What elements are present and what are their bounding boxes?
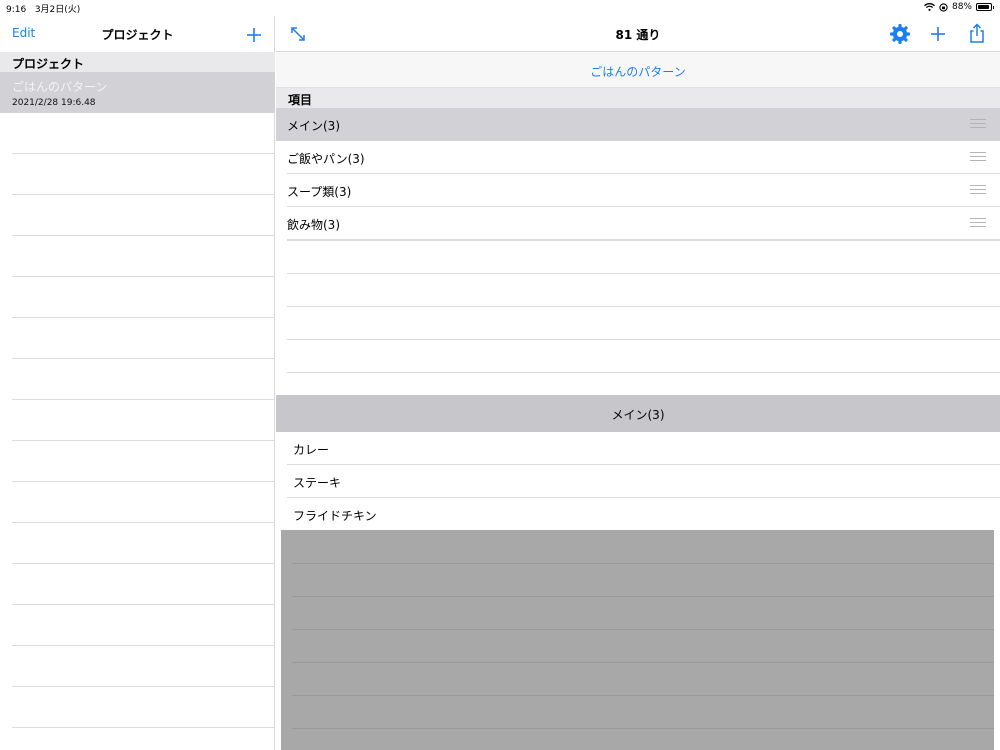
detail-item-row[interactable]: フライドチキン	[276, 498, 1000, 531]
empty-row-separator	[12, 399, 275, 400]
empty-row-separator	[12, 686, 275, 687]
pattern-name-button[interactable]: ごはんのパターン	[276, 52, 1000, 88]
project-name: ごはんのパターン	[12, 80, 108, 94]
status-time: 9:16	[6, 5, 27, 15]
empty-row-separator	[12, 317, 275, 318]
project-date: 2021/2/28 19:6.48	[12, 98, 96, 108]
plus-icon	[247, 28, 261, 42]
empty-row-separator	[12, 235, 275, 236]
wifi-icon	[924, 3, 935, 11]
project-row[interactable]: ごはんのパターン 2021/2/28 19:6.48	[0, 72, 275, 113]
empty-row-separator	[12, 153, 275, 154]
empty-row-separator	[12, 481, 275, 482]
battery-percent: 88%	[951, 2, 972, 12]
detail-item-label: ステーキ	[293, 476, 342, 490]
detail-pane: 81 通り ごはんのパターン 項目 メイン(3) ご飯やパン(3) スープ類(3…	[276, 16, 1000, 750]
items-section-header: 項目	[276, 88, 1000, 108]
add-project-button[interactable]	[243, 19, 265, 49]
drag-handle-icon[interactable]	[970, 218, 986, 228]
detail-item-label: カレー	[293, 443, 330, 457]
empty-row-separator	[292, 629, 994, 630]
detail-section-header: メイン(3)	[276, 395, 1000, 432]
item-row[interactable]: ご飯やパン(3)	[276, 141, 1000, 174]
sidebar-section-header: プロジェクト	[0, 52, 275, 72]
status-time-date: 9:16 3月2日(火)	[6, 2, 80, 15]
sidebar-title: プロジェクト	[101, 28, 174, 42]
empty-row-separator	[12, 563, 275, 564]
item-row[interactable]: 飲み物(3)	[276, 207, 1000, 240]
empty-row-separator	[292, 563, 994, 564]
drag-handle-icon[interactable]	[970, 152, 986, 162]
empty-row-separator	[12, 276, 275, 277]
battery-icon	[976, 3, 994, 11]
item-label: メイン(3)	[287, 119, 340, 133]
empty-row-separator	[12, 645, 275, 646]
empty-row-separator	[292, 728, 994, 729]
drag-handle-icon[interactable]	[970, 119, 986, 129]
empty-row-separator	[12, 727, 275, 728]
empty-row-separator	[12, 440, 275, 441]
empty-row-separator	[292, 662, 994, 663]
drag-handle-icon[interactable]	[970, 185, 986, 195]
empty-row-separator	[12, 194, 275, 195]
detail-item-row[interactable]: カレー	[276, 432, 1000, 465]
detail-item-row[interactable]: ステーキ	[276, 465, 1000, 498]
status-date: 3月2日(火)	[34, 5, 81, 15]
item-label: 飲み物(3)	[287, 218, 340, 232]
empty-row-separator	[292, 695, 994, 696]
status-bar: 9:16 3月2日(火) 88%	[0, 0, 1000, 16]
plus-icon	[931, 27, 945, 41]
empty-row-separator	[12, 522, 275, 523]
project-sidebar: Edit プロジェクト プロジェクト ごはんのパターン 2021/2/28 19…	[0, 16, 275, 750]
rotation-lock-icon	[939, 2, 948, 12]
detail-item-label: フライドチキン	[293, 509, 377, 523]
empty-row-separator	[12, 358, 275, 359]
item-row[interactable]: スープ類(3)	[276, 174, 1000, 207]
empty-row-separator	[12, 604, 275, 605]
item-label: スープ類(3)	[287, 185, 352, 199]
detail-nav-bar: 81 通り	[276, 16, 1000, 52]
sidebar-nav-bar: Edit プロジェクト	[0, 16, 275, 52]
share-icon[interactable]	[964, 21, 990, 47]
empty-row-separator	[292, 596, 994, 597]
item-row[interactable]: メイン(3)	[276, 108, 1000, 141]
item-label: ご飯やパン(3)	[287, 152, 365, 166]
add-item-button[interactable]	[925, 21, 951, 47]
gear-icon[interactable]	[887, 21, 913, 47]
empty-list-overlay	[281, 530, 994, 750]
